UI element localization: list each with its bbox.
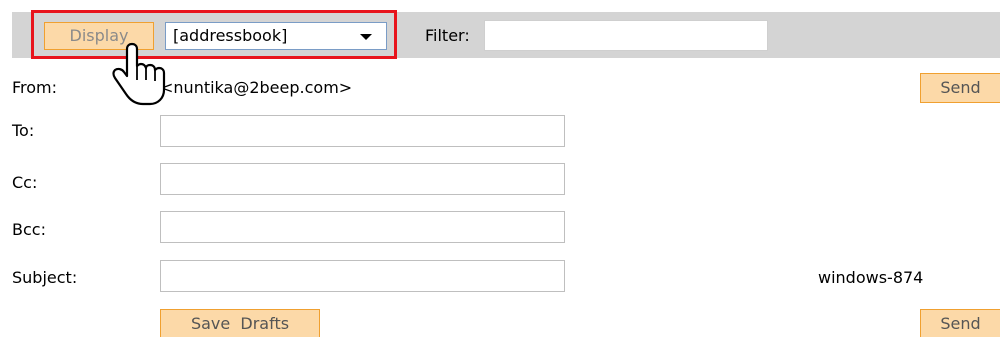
highlight-box xyxy=(31,10,397,59)
cc-field[interactable] xyxy=(160,163,565,195)
to-label: To: xyxy=(12,121,35,140)
subject-field[interactable] xyxy=(160,260,565,292)
filter-input[interactable] xyxy=(484,20,768,51)
send-button-top[interactable]: Send xyxy=(920,73,1000,103)
send-button-bottom[interactable]: Send xyxy=(920,309,1000,337)
cc-label: Cc: xyxy=(12,173,38,192)
subject-label: Subject: xyxy=(12,268,78,287)
charset-label: windows-874 xyxy=(818,268,924,287)
bcc-label: Bcc: xyxy=(12,220,46,239)
save-drafts-button[interactable]: Save Drafts xyxy=(160,309,320,337)
hand-pointer-icon xyxy=(112,42,166,106)
from-label: From: xyxy=(12,78,58,97)
bcc-field[interactable] xyxy=(160,211,565,243)
filter-label: Filter: xyxy=(425,26,470,45)
to-field[interactable] xyxy=(160,115,565,147)
from-value: <nuntika@2beep.com> xyxy=(160,78,353,97)
